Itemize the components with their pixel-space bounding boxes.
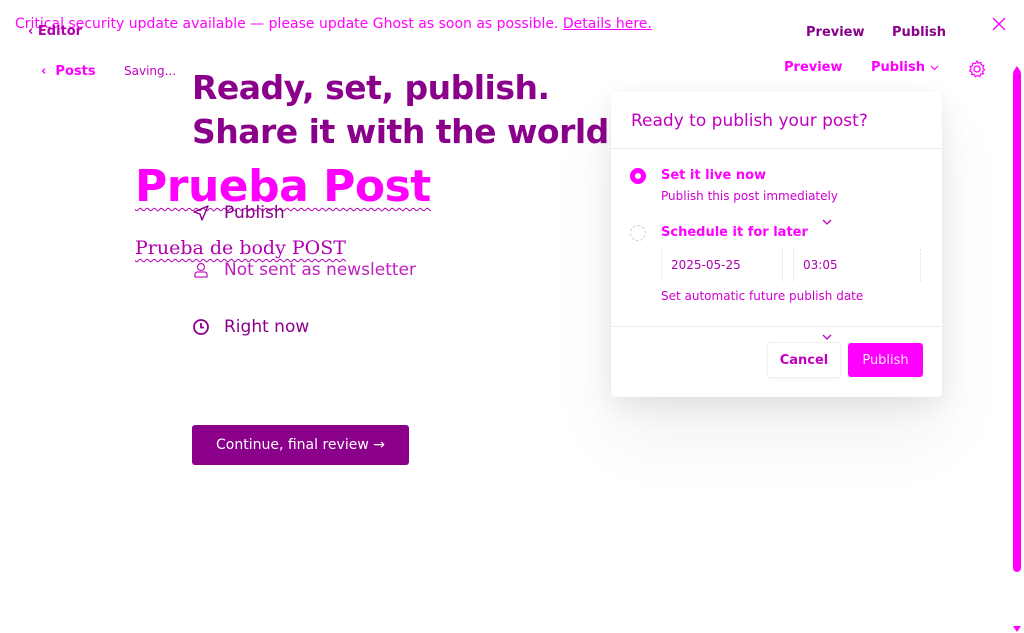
clock-icon xyxy=(192,318,210,336)
posts-back-link[interactable]: ‹ Posts xyxy=(41,64,96,79)
chevron-down-icon xyxy=(821,327,833,340)
send-icon xyxy=(192,204,210,222)
banner-details-link[interactable]: Details here. xyxy=(563,16,652,32)
editor-back-label: Editor xyxy=(37,24,83,39)
scroll-up-arrow-icon[interactable] xyxy=(1013,58,1021,72)
banner-text: Critical security update available — ple… xyxy=(15,16,559,32)
close-icon[interactable] xyxy=(989,14,1009,34)
schedule-later-label[interactable]: Schedule it for later xyxy=(661,225,808,240)
schedule-later-radio[interactable] xyxy=(630,225,646,241)
chevron-left-icon: ‹ xyxy=(41,64,51,79)
posts-link-label: Posts xyxy=(55,64,96,79)
save-status: Saving... xyxy=(124,64,177,78)
publish-flow-preview-button[interactable]: Preview xyxy=(806,25,865,40)
newsletter-label: Not sent as newsletter xyxy=(224,260,416,280)
set-live-now-label[interactable]: Set it live now xyxy=(661,168,766,183)
popover-title: Ready to publish your post? xyxy=(631,111,868,131)
publish-timing-option[interactable]: Right now xyxy=(192,317,309,337)
gear-icon[interactable] xyxy=(967,59,987,79)
publish-flow-headline: Ready, set, publish. Share it with the w… xyxy=(192,66,621,154)
preview-button[interactable]: Preview xyxy=(784,60,843,75)
set-live-now-radio[interactable] xyxy=(630,168,646,184)
user-icon xyxy=(192,261,210,279)
headline-line-1: Ready, set, publish. xyxy=(192,68,550,107)
editor-back-link[interactable]: ‹ Editor xyxy=(28,24,82,39)
headline-line-2: Share it with the world. xyxy=(192,112,621,151)
publish-popover: Ready to publish your post? Set it live … xyxy=(611,91,942,397)
post-body[interactable]: Prueba de body POST xyxy=(135,237,346,259)
schedule-later-description: Set automatic future publish date xyxy=(661,289,864,303)
publish-type-option[interactable]: Publish xyxy=(192,203,285,223)
scroll-down-arrow-icon[interactable] xyxy=(1013,618,1021,632)
publish-timing-label: Right now xyxy=(224,317,310,337)
chevron-left-icon: ‹ xyxy=(28,24,38,39)
continue-final-review-button[interactable]: Continue, final review → xyxy=(192,425,409,465)
chevron-down-icon xyxy=(930,60,939,75)
cancel-button[interactable]: Cancel xyxy=(768,343,840,377)
publish-dropdown-button[interactable]: Publish xyxy=(871,60,939,75)
publish-flow-publish-tab[interactable]: Publish xyxy=(892,25,946,40)
schedule-time-input[interactable]: 03:05 xyxy=(793,249,921,281)
set-live-now-description: Publish this post immediately xyxy=(661,189,838,203)
confirm-publish-button[interactable]: Publish xyxy=(848,343,923,377)
chevron-down-icon xyxy=(821,212,833,225)
divider xyxy=(611,326,942,327)
divider xyxy=(611,148,942,149)
publish-type-label: Publish xyxy=(224,203,285,223)
newsletter-option[interactable]: Not sent as newsletter xyxy=(192,260,416,280)
scrollbar-thumb[interactable] xyxy=(1013,70,1021,572)
security-banner: Critical security update available — ple… xyxy=(15,16,652,32)
publish-dropdown-label: Publish xyxy=(871,60,925,75)
schedule-date-input[interactable]: 2025-05-25 xyxy=(661,249,783,281)
